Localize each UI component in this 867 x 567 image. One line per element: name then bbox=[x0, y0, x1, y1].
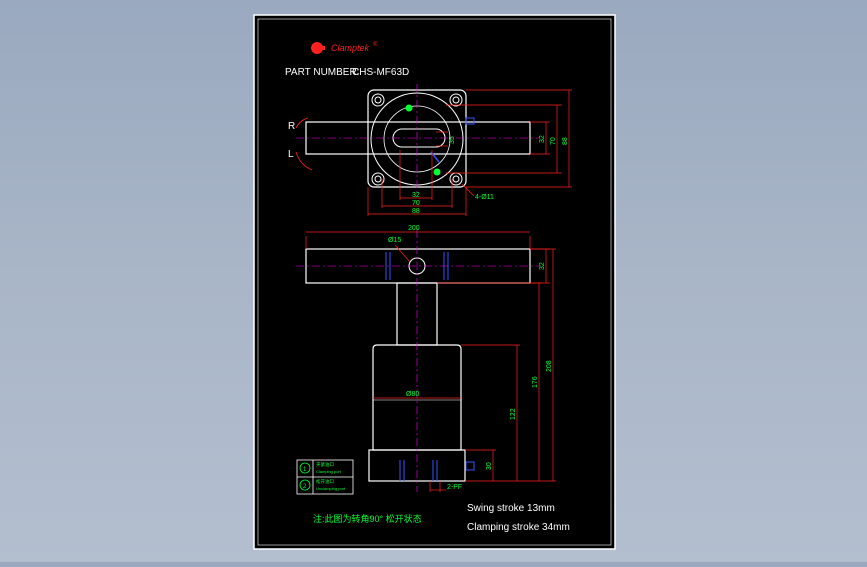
spec-swing-stroke: Swing stroke 13mm bbox=[467, 503, 555, 514]
dim-ports: 2-PF bbox=[447, 484, 462, 491]
dim-h30: 30 bbox=[486, 462, 493, 470]
dim-h122: 122 bbox=[510, 408, 517, 420]
drawing-sheet bbox=[253, 14, 616, 550]
brand-name: Clamptek bbox=[331, 43, 370, 53]
dim-holes: 4-Ø11 bbox=[475, 194, 494, 201]
dim-w88: 88 bbox=[412, 208, 420, 215]
dim-dia: Ø80 bbox=[406, 391, 419, 398]
dim-h208: 208 bbox=[546, 360, 553, 372]
port-2-icon bbox=[433, 168, 441, 176]
spec-clamping-stroke: Clamping stroke 34mm bbox=[467, 522, 570, 533]
legend-en-1: Clamping port bbox=[316, 469, 342, 474]
part-number-value: CHS-MF63D bbox=[352, 67, 409, 78]
state-note: 注:此图为转角90° 松开状态 bbox=[313, 513, 422, 524]
dim-pin: Ø15 bbox=[388, 237, 401, 244]
legend-cn-1: 夹紧油口 bbox=[316, 461, 334, 468]
dim-h88: 88 bbox=[562, 137, 569, 145]
cad-viewport: Clamptek ® PART NUMBER: CHS-MF63D R L 32… bbox=[0, 0, 867, 562]
port-1-icon bbox=[405, 104, 413, 112]
dim-w32: 32 bbox=[412, 192, 420, 199]
dim-h70: 70 bbox=[550, 137, 557, 145]
legend-en-2: Unclamping port bbox=[316, 486, 346, 491]
dim-arm-h: 32 bbox=[539, 262, 546, 270]
side-label-l: L bbox=[288, 149, 294, 160]
side-label-r: R bbox=[288, 121, 295, 132]
dim-h32: 32 bbox=[539, 135, 546, 143]
dim-w70: 70 bbox=[412, 200, 420, 207]
dim-d35: 35 bbox=[449, 136, 456, 144]
brand-mark: ® bbox=[373, 41, 378, 48]
dim-arm-len: 200 bbox=[408, 225, 420, 232]
legend-cn-2: 松开油口 bbox=[316, 478, 334, 485]
part-number-label: PART NUMBER: bbox=[285, 67, 359, 78]
dim-h176: 176 bbox=[532, 376, 539, 388]
drawing-canvas: Clamptek ® PART NUMBER: CHS-MF63D R L 32… bbox=[253, 14, 616, 550]
